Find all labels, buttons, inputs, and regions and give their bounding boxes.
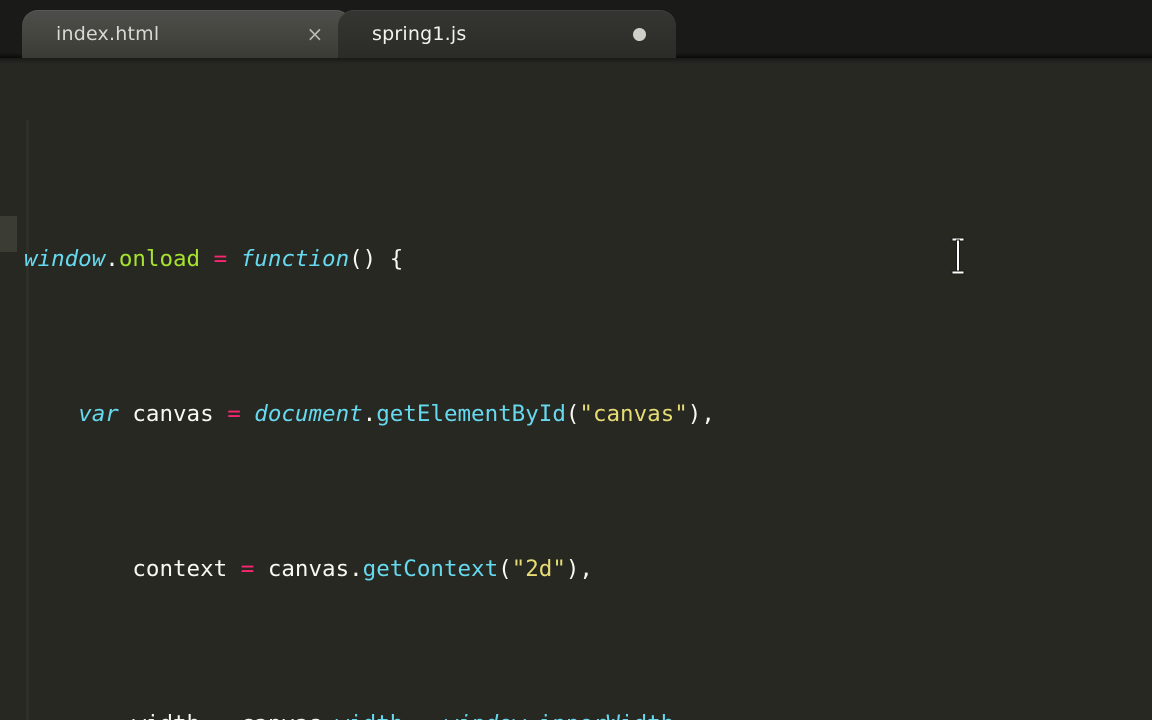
tab-bar: index.html × spring1.js — [0, 0, 1152, 58]
token-open-paren: ( — [565, 401, 580, 427]
token-parens: () { — [349, 246, 404, 272]
token-string-2d: "2d" — [511, 556, 566, 582]
token-canvas-var: canvas — [118, 401, 228, 427]
token-dot: . — [322, 711, 336, 720]
token-context-var: context — [132, 556, 241, 582]
token-dot: . — [105, 246, 119, 272]
token-canvas-ref: canvas — [227, 711, 322, 720]
code-content[interactable]: window.onload = function() { var canvas … — [0, 58, 1152, 720]
token-comma: , — [674, 711, 688, 720]
code-line-2: var canvas = document.getElementById("ca… — [0, 399, 1152, 430]
tab-label: spring1.js — [372, 23, 467, 45]
token-dot: . — [525, 711, 539, 720]
tab-label: index.html — [56, 23, 160, 45]
token-window: window — [24, 246, 106, 272]
token-equals: = — [214, 711, 228, 720]
token-equals: = — [240, 556, 255, 582]
token-dot: . — [362, 401, 377, 427]
token-equals-2: = — [403, 711, 444, 720]
close-icon[interactable]: × — [304, 23, 326, 45]
unsaved-dot-icon[interactable] — [633, 27, 646, 41]
token-window: window — [444, 711, 525, 720]
token-close-paren: ), — [565, 556, 593, 582]
token-open-paren: ( — [498, 556, 512, 582]
token-equals: = — [213, 246, 228, 272]
code-line-3: context = canvas.getContext("2d"), — [0, 554, 1152, 585]
token-onload: onload — [118, 246, 201, 272]
token-string-canvas: "canvas" — [579, 401, 688, 427]
token-canvas-ref: canvas — [254, 556, 350, 582]
code-line-1: window.onload = function() { — [0, 244, 1152, 275]
token-document: document — [240, 401, 363, 427]
token-prop-width: width — [336, 711, 404, 720]
code-line-4: width = canvas.width = window.innerWidth… — [0, 709, 1152, 720]
tab-spring1-js[interactable]: spring1.js — [338, 10, 676, 58]
token-getelementbyid: getElementById — [376, 401, 566, 427]
token-dot: . — [349, 556, 363, 582]
token-close-paren: ), — [687, 401, 715, 427]
token-width-var: width — [132, 711, 213, 720]
token-equals: = — [227, 401, 241, 427]
tab-strip: index.html × spring1.js — [0, 0, 676, 58]
token-getcontext: getContext — [362, 556, 499, 582]
token-function-keyword: function — [240, 246, 350, 272]
token-prop-innerwidth: innerWidth — [539, 711, 674, 720]
token-var-keyword: var — [78, 401, 119, 427]
tab-index-html[interactable]: index.html × — [22, 10, 352, 58]
code-editor[interactable]: window.onload = function() { var canvas … — [0, 58, 1152, 720]
